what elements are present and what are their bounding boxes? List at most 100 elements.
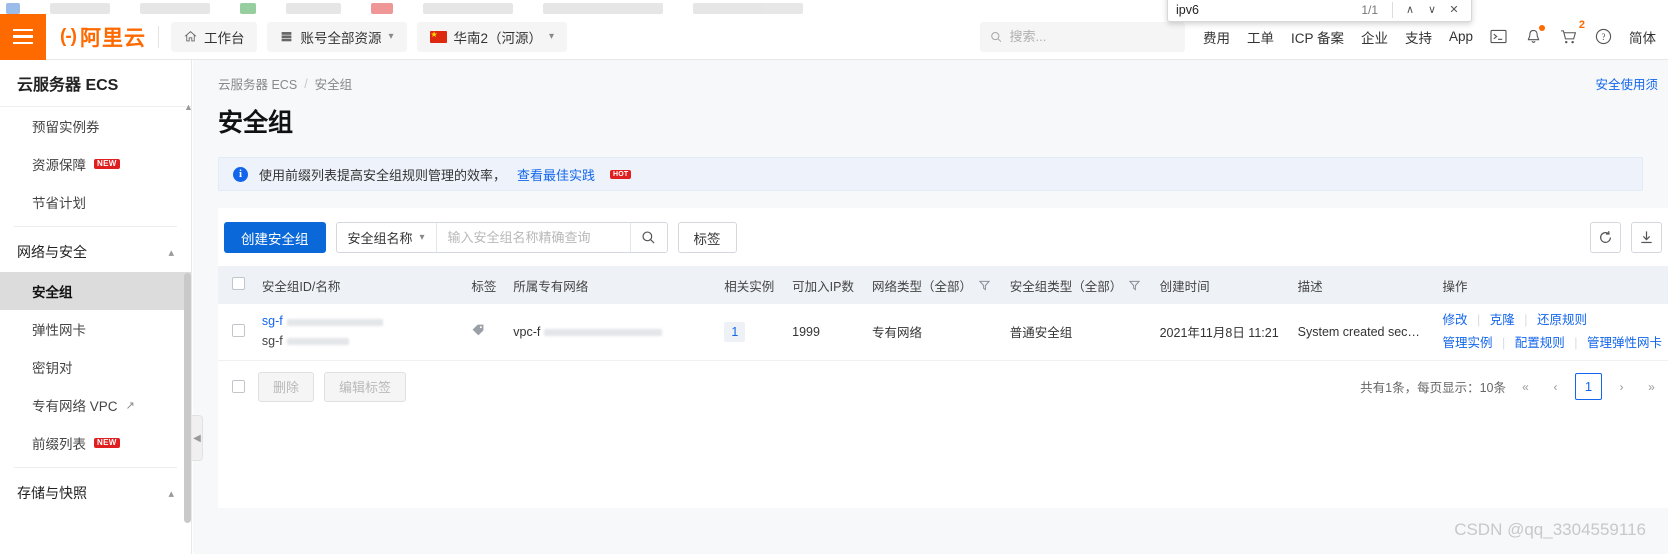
browser-find-bar[interactable]: 1/1 ∧ ∨ ✕ xyxy=(1167,0,1472,22)
sidebar-collapse-handle[interactable]: ◀ xyxy=(192,415,203,461)
breadcrumb-separator: / xyxy=(304,76,308,91)
col-label: 创建时间 xyxy=(1159,279,1210,294)
region-selector[interactable]: 华南2（河源） ▾ xyxy=(416,21,568,52)
sidebar-item-vpc[interactable]: 专有网络 VPC ↗ xyxy=(0,386,191,424)
cloud-shell-icon[interactable] xyxy=(1489,27,1508,46)
language-selector[interactable]: 简体 xyxy=(1629,27,1656,47)
top-link-billing[interactable]: 费用 xyxy=(1203,27,1230,47)
top-link-enterprise[interactable]: 企业 xyxy=(1361,27,1388,47)
chevron-down-icon: ▾ xyxy=(419,232,425,243)
pagination: 共有1条，每页显示：10条 « ‹ 1 › » xyxy=(1360,373,1662,400)
top-link-support[interactable]: 支持 xyxy=(1405,27,1432,47)
tag-icon[interactable] xyxy=(471,323,485,337)
pagination-next[interactable]: › xyxy=(1611,375,1632,398)
sidebar-item-security-groups[interactable]: 安全组 xyxy=(0,272,191,310)
china-flag-icon xyxy=(429,29,447,43)
redacted-vpc-bar xyxy=(544,328,663,336)
top-link-tickets[interactable]: 工单 xyxy=(1247,27,1274,47)
download-button[interactable] xyxy=(1631,222,1662,253)
filter-icon[interactable] xyxy=(1129,280,1141,291)
sidebar-item-key-pairs[interactable]: 密钥对 xyxy=(0,348,191,386)
col-label: 网络类型（全部） xyxy=(871,279,972,294)
row-checkbox[interactable] xyxy=(232,323,245,337)
tag-filter-button[interactable]: 标签 xyxy=(677,222,737,253)
col-sg-type: 安全组类型（全部） xyxy=(1003,266,1154,304)
refresh-button[interactable] xyxy=(1590,222,1621,253)
col-vpc: 所属专有网络 xyxy=(507,266,719,304)
sidebar-item-reserved-instance[interactable]: 预留实例券 xyxy=(0,107,191,145)
hamburger-menu-icon[interactable] xyxy=(0,13,46,60)
search-field-label: 安全组名称 xyxy=(347,231,413,246)
scroll-up-arrow-icon[interactable]: ▲ xyxy=(184,102,193,112)
help-icon[interactable]: ? xyxy=(1594,27,1613,46)
pagination-current-page[interactable]: 1 xyxy=(1575,373,1602,400)
pagination-first[interactable]: « xyxy=(1515,375,1536,398)
global-search-input[interactable] xyxy=(1009,29,1175,44)
op-modify[interactable]: 修改 xyxy=(1443,313,1468,327)
sidebar-item-label: 资源保障 xyxy=(32,158,86,173)
sidebar-item-savings-plan[interactable]: 节省计划 xyxy=(0,183,191,221)
chevron-up-icon: ▴ xyxy=(168,487,174,500)
col-label: 描述 xyxy=(1297,279,1323,294)
sidebar-item-resource-assurance[interactable]: 资源保障 NEW xyxy=(0,145,191,183)
shopping-cart-icon[interactable]: 2 xyxy=(1559,19,1585,46)
notice-link[interactable]: 查看最佳实践 xyxy=(517,165,595,184)
op-manage-instances[interactable]: 管理实例 xyxy=(1443,336,1493,350)
top-link-app[interactable]: App xyxy=(1449,29,1473,44)
col-instances: 相关实例 xyxy=(718,266,787,304)
svg-text:?: ? xyxy=(1602,32,1606,42)
col-description: 描述 xyxy=(1291,266,1437,304)
redacted-name-bar xyxy=(286,337,349,345)
cell-ip-count: 1999 xyxy=(786,304,866,361)
sidebar-item-eni[interactable]: 弹性网卡 xyxy=(0,310,191,348)
workbench-button[interactable]: 工作台 xyxy=(170,21,258,52)
sidebar-scrollbar[interactable]: ▲ xyxy=(184,102,193,554)
op-clone[interactable]: 克隆 xyxy=(1490,313,1515,327)
col-select-all xyxy=(218,266,256,304)
pagination-prev[interactable]: ‹ xyxy=(1545,375,1566,398)
security-usage-link[interactable]: 安全使用须 xyxy=(1595,74,1658,93)
pagination-last[interactable]: » xyxy=(1641,375,1662,398)
cell-network-type: 专有网络 xyxy=(865,304,1004,361)
region-label: 华南2（河源） xyxy=(453,30,543,46)
find-prev-icon[interactable]: ∧ xyxy=(1399,1,1421,19)
browser-tab-favicon xyxy=(6,3,20,14)
find-close-icon[interactable]: ✕ xyxy=(1443,1,1465,19)
op-restore-rules[interactable]: 还原规则 xyxy=(1537,313,1587,327)
op-manage-eni[interactable]: 管理弹性网卡 xyxy=(1587,336,1662,350)
footer-select-all-checkbox[interactable] xyxy=(232,380,245,393)
all-resources-button[interactable]: 账号全部资源 ▾ xyxy=(267,21,407,52)
global-search-box[interactable] xyxy=(979,21,1185,52)
instance-count-chip[interactable]: 1 xyxy=(724,321,746,342)
find-input[interactable] xyxy=(1176,2,1362,17)
left-sidebar: 云服务器 ECS 预留实例券 资源保障 NEW 节省计划 网络与安全 ▴ 安全组… xyxy=(0,60,193,554)
create-security-group-button[interactable]: 创建安全组 xyxy=(224,222,326,253)
notifications-bell-icon[interactable] xyxy=(1524,25,1545,46)
security-group-id: sg-f xyxy=(261,314,283,329)
security-group-id-link[interactable]: sg-f xyxy=(262,312,460,331)
scrollbar-thumb[interactable] xyxy=(184,273,191,523)
search-input[interactable] xyxy=(436,223,630,252)
col-label: 相关实例 xyxy=(724,279,775,294)
select-all-checkbox[interactable] xyxy=(232,277,245,290)
sidebar-group-storage-snapshot[interactable]: 存储与快照 ▴ xyxy=(0,473,191,513)
search-field-select[interactable]: 安全组名称 ▾ xyxy=(337,223,437,252)
aliyun-logo[interactable]: (-) 阿里云 xyxy=(60,22,146,52)
table-footer: 删除 编辑标签 共有1条，每页显示：10条 « ‹ 1 › » xyxy=(218,361,1668,413)
top-link-icp[interactable]: ICP 备案 xyxy=(1291,27,1344,47)
search-icon xyxy=(642,231,655,244)
table-body: sg-f sg-f vpc-f 1 1999 专有网络 普通安全组 2021年1… xyxy=(218,304,1668,361)
sidebar-item-label: 节省计划 xyxy=(32,196,86,211)
top-icon-group: 2 ? xyxy=(1489,19,1613,46)
filter-icon[interactable] xyxy=(979,280,990,291)
cell-operations: 修改 | 克隆 | 还原规则 管理实例 | 配置规则 | 管理弹性网卡 xyxy=(1436,304,1668,361)
breadcrumb: 云服务器 ECS / 安全组 xyxy=(193,60,1668,93)
find-next-icon[interactable]: ∨ xyxy=(1421,1,1443,19)
sidebar-group-network-security[interactable]: 网络与安全 ▴ xyxy=(0,232,191,272)
edit-tag-button[interactable]: 编辑标签 xyxy=(324,371,407,402)
op-configure-rules[interactable]: 配置规则 xyxy=(1515,336,1565,350)
sidebar-item-prefix-lists[interactable]: 前缀列表 NEW xyxy=(0,424,191,462)
breadcrumb-root[interactable]: 云服务器 ECS xyxy=(218,74,297,93)
search-submit-button[interactable] xyxy=(629,223,667,252)
delete-button[interactable]: 删除 xyxy=(258,371,315,402)
